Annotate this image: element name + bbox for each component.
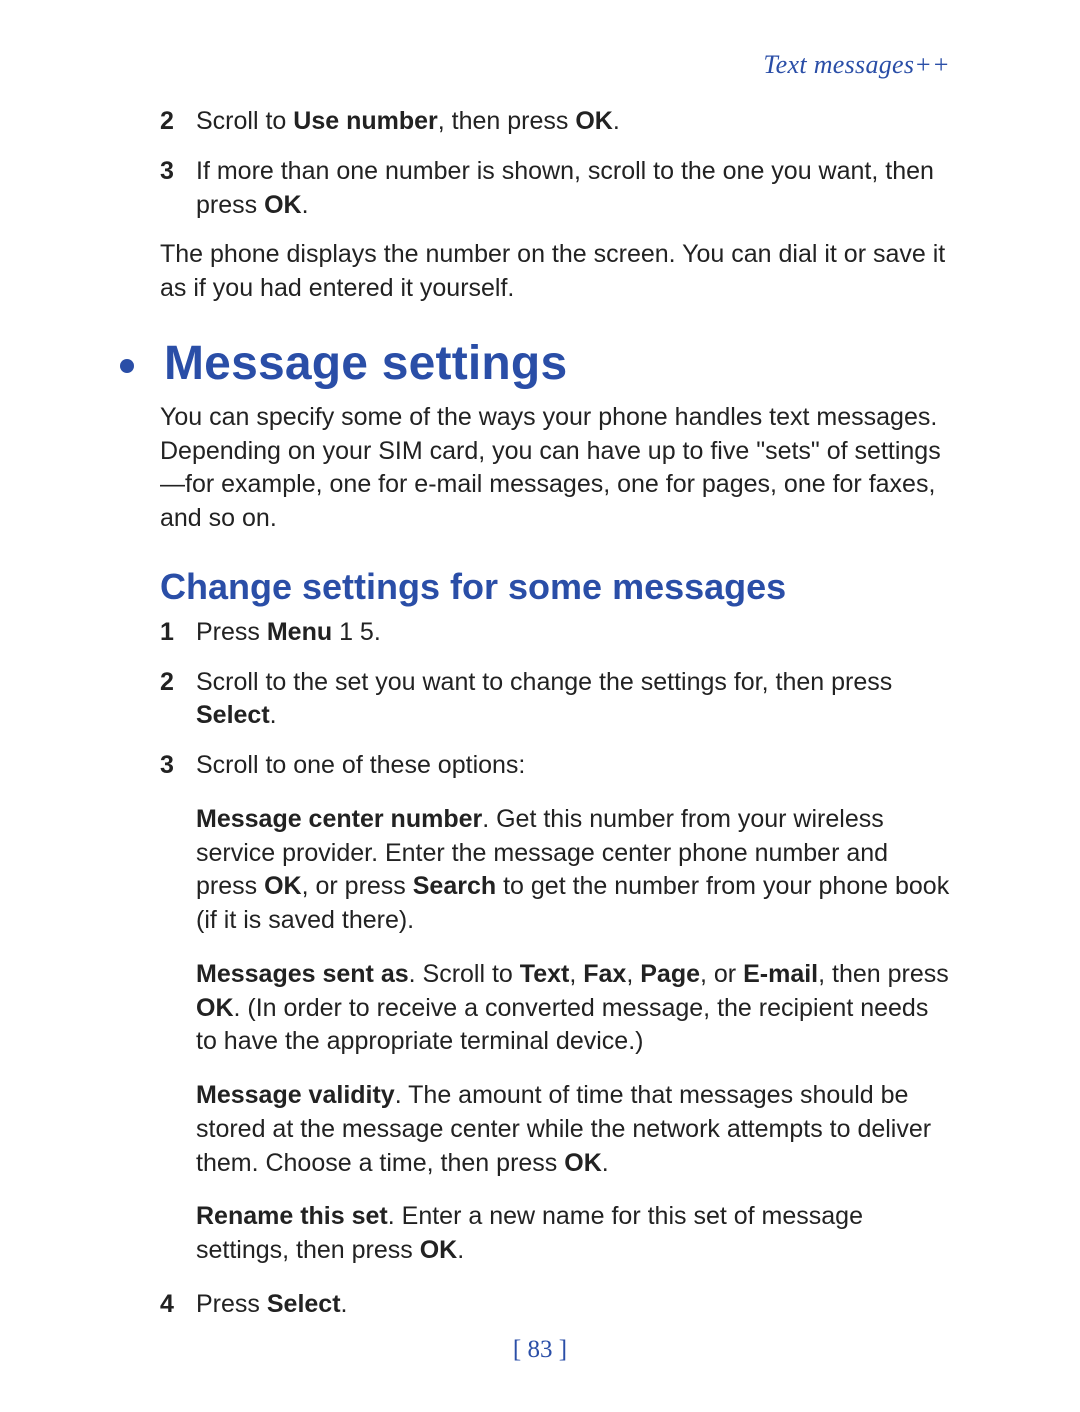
section-intro: You can specify some of the ways your ph… xyxy=(160,401,950,536)
text-run: Scroll to xyxy=(196,107,293,135)
step-number: 2 xyxy=(160,666,196,734)
bold-term: Message validity xyxy=(196,1081,395,1109)
numbered-step: 4Press Select. xyxy=(160,1288,950,1322)
manual-page: Text messages++ 2Scroll to Use number, t… xyxy=(0,0,1080,1412)
text-run: . xyxy=(270,701,277,729)
text-run: 1 5. xyxy=(332,618,381,646)
text-run: . Scroll to xyxy=(409,960,520,988)
option-paragraph: Messages sent as. Scroll to Text, Fax, P… xyxy=(196,958,950,1059)
text-run: . xyxy=(602,1149,609,1177)
step-text: Press Menu 1 5. xyxy=(196,616,950,650)
bullet-icon xyxy=(120,359,134,373)
step-number: 3 xyxy=(160,749,196,783)
step-text: Scroll to one of these options: xyxy=(196,749,950,783)
step-number: 3 xyxy=(160,155,196,223)
text-run: Scroll to one of these options: xyxy=(196,751,525,779)
bold-term: OK xyxy=(564,1149,602,1177)
text-run: , or xyxy=(700,960,743,988)
numbered-step: 1Press Menu 1 5. xyxy=(160,616,950,650)
option-paragraph: Message validity. The amount of time tha… xyxy=(196,1079,950,1180)
subsection-title: Change settings for some messages xyxy=(160,566,950,608)
step-number: 4 xyxy=(160,1288,196,1322)
text-run: Press xyxy=(196,1290,267,1318)
text-run: , or press xyxy=(302,872,413,900)
pre-steps-list: 2Scroll to Use number, then press OK.3If… xyxy=(160,105,950,222)
page-number: [ 83 ] xyxy=(0,1336,1080,1364)
bold-term: Text xyxy=(520,960,570,988)
bold-term: OK xyxy=(575,107,613,135)
step-text: Press Select. xyxy=(196,1288,950,1322)
running-header: Text messages++ xyxy=(130,50,950,80)
bold-term: Select xyxy=(267,1290,341,1318)
bold-term: OK xyxy=(196,994,234,1022)
text-run: . xyxy=(302,191,309,219)
section-heading-row: Message settings xyxy=(120,336,950,391)
bold-term: Search xyxy=(413,872,496,900)
bold-term: Rename this set xyxy=(196,1202,388,1230)
step-text: Scroll to Use number, then press OK. xyxy=(196,105,950,139)
bold-term: OK xyxy=(264,872,302,900)
step-text: If more than one number is shown, scroll… xyxy=(196,155,950,223)
numbered-step: 3Scroll to one of these options: xyxy=(160,749,950,783)
bold-term: Menu xyxy=(267,618,332,646)
numbered-step: 2Scroll to Use number, then press OK. xyxy=(160,105,950,139)
text-run: . xyxy=(341,1290,348,1318)
bold-term: E-mail xyxy=(743,960,818,988)
text-run: . (In order to receive a converted messa… xyxy=(196,994,928,1056)
text-run: . xyxy=(613,107,620,135)
options-list: Message center number. Get this number f… xyxy=(130,803,950,1268)
option-paragraph: Message center number. Get this number f… xyxy=(196,803,950,938)
bold-term: Fax xyxy=(583,960,626,988)
bold-term: Messages sent as xyxy=(196,960,409,988)
text-run: . xyxy=(457,1236,464,1264)
subsection-steps: 1Press Menu 1 5.2Scroll to the set you w… xyxy=(160,616,950,783)
bold-term: OK xyxy=(420,1236,458,1264)
text-run: , xyxy=(569,960,583,988)
text-run: Press xyxy=(196,618,267,646)
text-run: , then press xyxy=(438,107,576,135)
text-run: , xyxy=(626,960,640,988)
section-title: Message settings xyxy=(164,336,567,391)
step-number: 1 xyxy=(160,616,196,650)
bold-term: Use number xyxy=(293,107,437,135)
numbered-step: 3If more than one number is shown, scrol… xyxy=(160,155,950,223)
bold-term: Message center number xyxy=(196,805,482,833)
numbered-step: 2Scroll to the set you want to change th… xyxy=(160,666,950,734)
pre-paragraph: The phone displays the number on the scr… xyxy=(160,238,950,306)
bold-term: OK xyxy=(264,191,302,219)
bold-term: Page xyxy=(640,960,700,988)
text-run: Scroll to the set you want to change the… xyxy=(196,668,892,696)
final-step-container: 4Press Select. xyxy=(160,1288,950,1322)
bold-term: Select xyxy=(196,701,270,729)
step-number: 2 xyxy=(160,105,196,139)
step-text: Scroll to the set you want to change the… xyxy=(196,666,950,734)
text-run: , then press xyxy=(818,960,949,988)
option-paragraph: Rename this set. Enter a new name for th… xyxy=(196,1200,950,1268)
